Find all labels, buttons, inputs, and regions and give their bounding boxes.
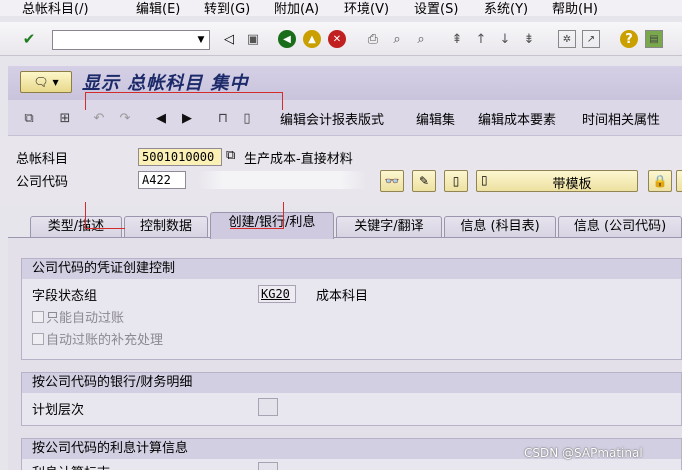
- menu-gl-account[interactable]: 总帐科目(/): [22, 0, 89, 16]
- lock-icon[interactable]: 🔒: [648, 170, 672, 192]
- new-document-icon[interactable]: ▯: [444, 170, 468, 192]
- supplement-auto-post-row[interactable]: 自动过账的补充处理: [32, 329, 163, 348]
- blurred-company-name: [198, 171, 366, 189]
- next-icon[interactable]: ▶: [178, 109, 196, 127]
- triangle-left-icon[interactable]: ◁: [220, 30, 238, 48]
- tab-create-bank-interest[interactable]: 创建/银行/利息: [210, 212, 334, 239]
- more-icon[interactable]: [676, 170, 682, 192]
- print-icon[interactable]: ⎙: [364, 30, 382, 48]
- company-code-label: 公司代码: [16, 175, 69, 190]
- menu-help[interactable]: 帮助(H): [552, 0, 598, 16]
- enter-icon[interactable]: ✔: [20, 30, 38, 48]
- title-bar: 🗨 ▼ 显示 总帐科目 集中: [8, 66, 682, 100]
- menu-goto[interactable]: 转到(G): [204, 0, 250, 16]
- layout-menu-icon[interactable]: ▤: [645, 30, 663, 48]
- tab-strip: 类型/描述 控制数据 创建/银行/利息 关键字/翻译 信息 (科目表) 信息 (…: [0, 208, 682, 239]
- exit-icon[interactable]: ▲: [303, 30, 321, 48]
- redo-icon[interactable]: ↷: [116, 109, 134, 127]
- document-icon[interactable]: ▯: [238, 109, 256, 127]
- with-template-button[interactable]: ▯ 带模板: [476, 170, 638, 192]
- supplement-auto-post-label: 自动过账的补充处理: [46, 333, 164, 348]
- title-menu-button[interactable]: 🗨 ▼: [20, 71, 72, 93]
- standard-toolbar: ✔ ▼ ◁ ▣ ◀ ▲ ✕ ⎙ ⌕ ⌕ ⇞ ↑ ↓ ⇟ ✲ ↗ ? ▤: [0, 22, 682, 56]
- help-icon[interactable]: ?: [620, 30, 638, 48]
- tab-keyword-translation[interactable]: 关键字/翻译: [336, 216, 442, 238]
- tab-type-description[interactable]: 类型/描述: [30, 216, 122, 238]
- find-next-icon[interactable]: ⌕: [412, 30, 430, 48]
- annotation-line: [283, 202, 284, 228]
- print-preview-icon[interactable]: ⊓: [214, 109, 232, 127]
- chevron-down-icon: ▼: [52, 77, 59, 87]
- previous-icon[interactable]: ◀: [152, 109, 170, 127]
- auto-post-only-label: 只能自动过账: [46, 311, 125, 326]
- watermark: CSDN @SAPmatinal: [524, 446, 643, 460]
- annotation-line: [85, 228, 125, 229]
- tab-info-company-code[interactable]: 信息 (公司代码): [558, 216, 682, 238]
- field-status-group-label: 字段状态组: [32, 289, 98, 304]
- annotation-line: [230, 228, 284, 229]
- undo-icon[interactable]: ↶: [90, 109, 108, 127]
- copy-icon[interactable]: ⧉: [226, 148, 235, 163]
- chevron-down-icon[interactable]: ▼: [194, 32, 208, 48]
- save-icon[interactable]: ▣: [244, 30, 262, 48]
- find-icon[interactable]: ⌕: [388, 30, 406, 48]
- cancel-icon[interactable]: ✕: [328, 30, 346, 48]
- previous-page-icon[interactable]: ↑: [472, 30, 490, 48]
- tab-panel: 公司代码的凭证创建控制 字段状态组 KG20 成本科目 只能自动过账 自动过账的…: [8, 237, 682, 470]
- last-page-icon[interactable]: ⇟: [520, 30, 538, 48]
- edit-fs-version-button[interactable]: 编辑会计报表版式: [280, 109, 384, 128]
- hierarchy-icon[interactable]: ⊞: [56, 109, 74, 127]
- create-session-icon[interactable]: ✲: [558, 30, 576, 48]
- edit-cost-element-button[interactable]: 编辑成本要素: [478, 109, 556, 128]
- first-page-icon[interactable]: ⇞: [448, 30, 466, 48]
- annotation-line: [85, 92, 283, 93]
- menu-system[interactable]: 系统(Y): [484, 0, 528, 16]
- with-template-label: 带模板: [552, 177, 592, 192]
- doc-creation-group: 公司代码的凭证创建控制 字段状态组 KG20 成本科目 只能自动过账 自动过账的…: [21, 258, 682, 360]
- supplement-auto-post-checkbox[interactable]: [32, 333, 44, 345]
- display-icon: 🗨: [33, 75, 49, 89]
- glasses-icon[interactable]: 👓: [380, 170, 404, 192]
- bank-finance-group: 按公司代码的银行/财务明细 计划层次: [21, 372, 682, 426]
- menu-environment[interactable]: 环境(V): [344, 0, 389, 16]
- shortcut-icon[interactable]: ↗: [582, 30, 600, 48]
- annotation-line: [85, 202, 86, 228]
- menu-extras[interactable]: 附加(A): [274, 0, 319, 16]
- auto-post-only-checkbox[interactable]: [32, 311, 44, 323]
- back-icon[interactable]: ◀: [278, 30, 296, 48]
- field-status-group-input[interactable]: KG20: [258, 285, 296, 303]
- edit-set-button[interactable]: 编辑集: [416, 109, 455, 128]
- interest-indicator-input[interactable]: [258, 462, 278, 470]
- doc-creation-group-title: 公司代码的凭证创建控制: [22, 259, 681, 279]
- pencil-icon[interactable]: ✎: [412, 170, 436, 192]
- command-field[interactable]: ▼: [52, 30, 210, 50]
- tab-info-chart-of-accounts[interactable]: 信息 (科目表): [444, 216, 556, 238]
- planning-level-input[interactable]: [258, 398, 278, 416]
- interest-indicator-label: 利息计算标志: [32, 462, 110, 470]
- planning-level-label: 计划层次: [32, 403, 85, 418]
- tab-control-data[interactable]: 控制数据: [124, 216, 208, 238]
- change-display-icon[interactable]: ⧉: [20, 109, 38, 127]
- gl-account-description: 生产成本-直接材料: [244, 152, 353, 167]
- annotation-line: [282, 92, 283, 110]
- time-attributes-button[interactable]: 时间相关属性: [582, 109, 660, 128]
- next-page-icon[interactable]: ↓: [496, 30, 514, 48]
- gl-account-input[interactable]: 5001010000: [138, 148, 222, 166]
- menu-edit[interactable]: 编辑(E): [136, 0, 180, 16]
- bank-finance-group-title: 按公司代码的银行/财务明细: [22, 373, 681, 393]
- field-status-group-desc: 成本科目: [316, 289, 369, 304]
- application-toolbar: ⧉ ⊞ ↶ ↷ ◀ ▶ ⊓ ▯ 编辑会计报表版式 编辑集 编辑成本要素 时间相关…: [8, 100, 682, 136]
- company-code-input[interactable]: A422: [138, 171, 186, 189]
- menu-settings[interactable]: 设置(S): [414, 0, 458, 16]
- menu-bar: 总帐科目(/) 编辑(E) 转到(G) 附加(A) 环境(V) 设置(S) 系统…: [0, 0, 682, 16]
- auto-post-only-row[interactable]: 只能自动过账: [32, 307, 124, 326]
- annotation-line: [85, 92, 86, 110]
- header-fields: 总帐科目 5001010000 ⧉ 生产成本-直接材料 公司代码 A422 👓 …: [0, 136, 682, 206]
- gl-account-label: 总帐科目: [16, 152, 69, 167]
